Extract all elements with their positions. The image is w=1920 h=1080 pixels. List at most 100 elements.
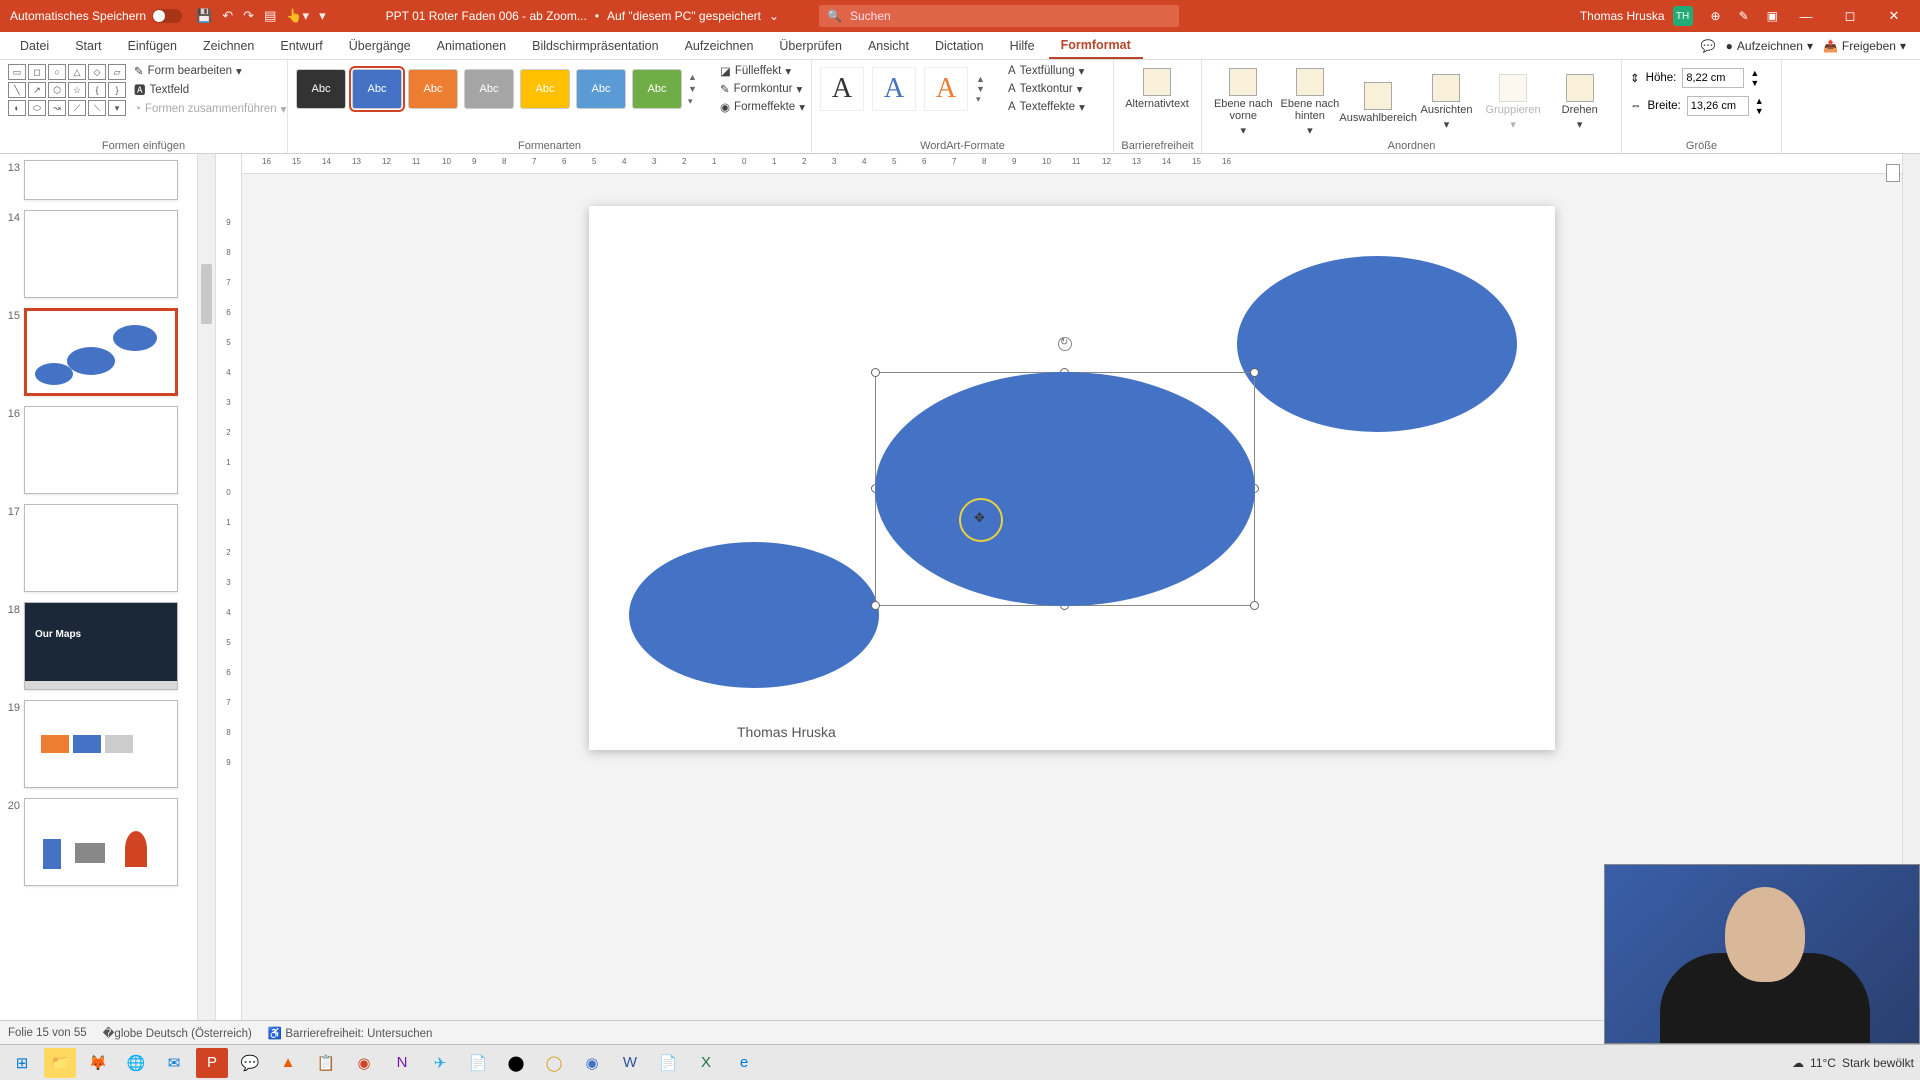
app-icon-6[interactable]: ◯ (538, 1048, 570, 1078)
outlook-icon[interactable]: ✉ (158, 1048, 190, 1078)
width-up[interactable]: ▲ (1755, 96, 1764, 106)
height-down[interactable]: ▼ (1750, 78, 1759, 88)
text-fill-button[interactable]: A Textfüllung ▾ (1008, 64, 1085, 78)
tab-datei[interactable]: Datei (8, 34, 61, 58)
text-field-button[interactable]: 🅰 Textfeld (134, 82, 286, 98)
bring-forward-button[interactable]: Ebene nach vorne▾ (1210, 64, 1277, 137)
search-box[interactable]: 🔍 Suchen (819, 5, 1179, 27)
wa-2[interactable]: A (872, 67, 916, 111)
powerpoint-icon[interactable]: P (196, 1048, 228, 1078)
tab-uebergaenge[interactable]: Übergänge (337, 34, 423, 58)
gallery-down-icon[interactable]: ▼ (688, 84, 702, 94)
style-5[interactable]: Abc (520, 69, 570, 109)
onenote-icon[interactable]: N (386, 1048, 418, 1078)
close-button[interactable]: ✕ (1872, 8, 1916, 24)
undo-icon[interactable]: ↶ (222, 8, 233, 24)
tab-formformat[interactable]: Formformat (1049, 33, 1143, 59)
cloud-icon[interactable]: ⊕ (1711, 9, 1721, 23)
minimize-button[interactable]: — (1784, 9, 1828, 24)
text-outline-button[interactable]: A Textkontur ▾ (1008, 82, 1085, 96)
notes-thumbnail[interactable] (1886, 164, 1900, 182)
toggle-switch[interactable] (152, 9, 182, 23)
style-4[interactable]: Abc (464, 69, 514, 109)
shape-outline-button[interactable]: ✎ Formkontur ▾ (720, 82, 805, 96)
firefox-icon[interactable]: 🦊 (82, 1048, 114, 1078)
shape-style-gallery[interactable]: Abc Abc Abc Abc Abc Abc Abc ▲ ▼ ▾ (296, 69, 702, 109)
autosave-toggle[interactable]: Automatisches Speichern (10, 9, 182, 23)
comments-icon[interactable]: 💬 (1701, 39, 1716, 53)
tab-ansicht[interactable]: Ansicht (856, 34, 921, 58)
tab-animationen[interactable]: Animationen (425, 34, 519, 58)
thumb-16[interactable]: 16 (2, 406, 211, 494)
app-icon-7[interactable]: ◉ (576, 1048, 608, 1078)
record-button[interactable]: ● Aufzeichnen ▾ (1726, 39, 1813, 53)
rotation-handle[interactable] (1058, 337, 1072, 351)
style-3[interactable]: Abc (408, 69, 458, 109)
edge-icon[interactable]: e (728, 1048, 760, 1078)
save-icon[interactable]: 💾 (196, 8, 212, 24)
style-2[interactable]: Abc (352, 69, 402, 109)
style-6[interactable]: Abc (576, 69, 626, 109)
wa-down-icon[interactable]: ▼ (976, 84, 990, 94)
send-backward-button[interactable]: Ebene nach hinten▾ (1277, 64, 1344, 137)
edit-shape-button[interactable]: ✎ Form bearbeiten ▾ (134, 64, 286, 78)
app-icon-8[interactable]: 📄 (652, 1048, 684, 1078)
tab-dictation[interactable]: Dictation (923, 34, 996, 58)
qat-more-icon[interactable]: ▾ (319, 8, 326, 24)
user-avatar[interactable]: TH (1673, 6, 1693, 26)
redo-icon[interactable]: ↷ (243, 8, 254, 24)
thumb-19[interactable]: 19 (2, 700, 211, 788)
language-status[interactable]: �globe Deutsch (Österreich) (103, 1026, 252, 1040)
width-down[interactable]: ▼ (1755, 106, 1764, 116)
tab-entwurf[interactable]: Entwurf (268, 34, 334, 58)
tab-zeichnen[interactable]: Zeichnen (191, 34, 266, 58)
tab-bildschirm[interactable]: Bildschirmpräsentation (520, 34, 670, 58)
ellipse-shape-2-selected[interactable] (875, 372, 1255, 606)
height-input[interactable] (1682, 68, 1744, 88)
telegram-icon[interactable]: ✈ (424, 1048, 456, 1078)
thumb-17[interactable]: 17 (2, 504, 211, 592)
wa-3[interactable]: A (924, 67, 968, 111)
wordart-gallery[interactable]: A A A ▲ ▼ ▾ (820, 67, 990, 111)
app-icon-2[interactable]: 📋 (310, 1048, 342, 1078)
thumb-13[interactable]: 13 (2, 160, 211, 200)
selection-pane-button[interactable]: Auswahlbereich (1343, 64, 1413, 137)
word-icon[interactable]: W (614, 1048, 646, 1078)
slide-counter[interactable]: Folie 15 von 55 (8, 1027, 87, 1039)
shapes-gallery[interactable]: ▭◻○△◇▱ ╲↗⬡☆{} ◐⬭↝⟋⟍▾ (8, 64, 126, 116)
wa-more-icon[interactable]: ▾ (976, 94, 990, 105)
app-icon-1[interactable]: 💬 (234, 1048, 266, 1078)
handle-nw[interactable] (871, 368, 880, 377)
explorer-icon[interactable]: 📁 (44, 1048, 76, 1078)
handle-sw[interactable] (871, 601, 880, 610)
align-button[interactable]: Ausrichten▾ (1413, 64, 1480, 137)
wa-up-icon[interactable]: ▲ (976, 74, 990, 84)
wa-1[interactable]: A (820, 67, 864, 111)
ellipse-shape-1[interactable] (629, 542, 879, 688)
chrome-icon[interactable]: 🌐 (120, 1048, 152, 1078)
app-icon-3[interactable]: ◉ (348, 1048, 380, 1078)
saved-status[interactable]: Auf "diesem PC" gespeichert (607, 9, 761, 23)
start-button[interactable]: ⊞ (6, 1048, 38, 1078)
height-up[interactable]: ▲ (1750, 68, 1759, 78)
tab-ueberpruefen[interactable]: Überprüfen (767, 34, 854, 58)
shape-effects-button[interactable]: ◉ Formeffekte ▾ (720, 100, 805, 114)
share-button[interactable]: 📤 Freigeben ▾ (1823, 39, 1906, 53)
thumb-14[interactable]: 14 (2, 210, 211, 298)
width-input[interactable] (1687, 96, 1749, 116)
accessibility-status[interactable]: ♿ Barrierefreiheit: Untersuchen (268, 1026, 433, 1040)
tab-start[interactable]: Start (63, 34, 113, 58)
chevron-down-icon[interactable]: ⌄ (769, 9, 779, 23)
maximize-button[interactable]: ◻ (1828, 8, 1872, 24)
pen-icon[interactable]: ✎ (1739, 9, 1749, 23)
thumb-20[interactable]: 20 (2, 798, 211, 886)
touch-icon[interactable]: 👆▾ (286, 8, 309, 24)
rotate-button[interactable]: Drehen▾ (1546, 64, 1613, 137)
slide[interactable]: Thomas Hruska (589, 206, 1555, 750)
style-7[interactable]: Abc (632, 69, 682, 109)
excel-icon[interactable]: X (690, 1048, 722, 1078)
thumb-18[interactable]: 18 Our Maps (2, 602, 211, 690)
horizontal-ruler[interactable]: 161514 131211 1098 765 432 101 234 567 8… (242, 154, 1902, 174)
weather-widget[interactable]: ☁ 11°C Stark bewölkt (1792, 1056, 1914, 1070)
tab-aufzeichnen[interactable]: Aufzeichnen (673, 34, 766, 58)
